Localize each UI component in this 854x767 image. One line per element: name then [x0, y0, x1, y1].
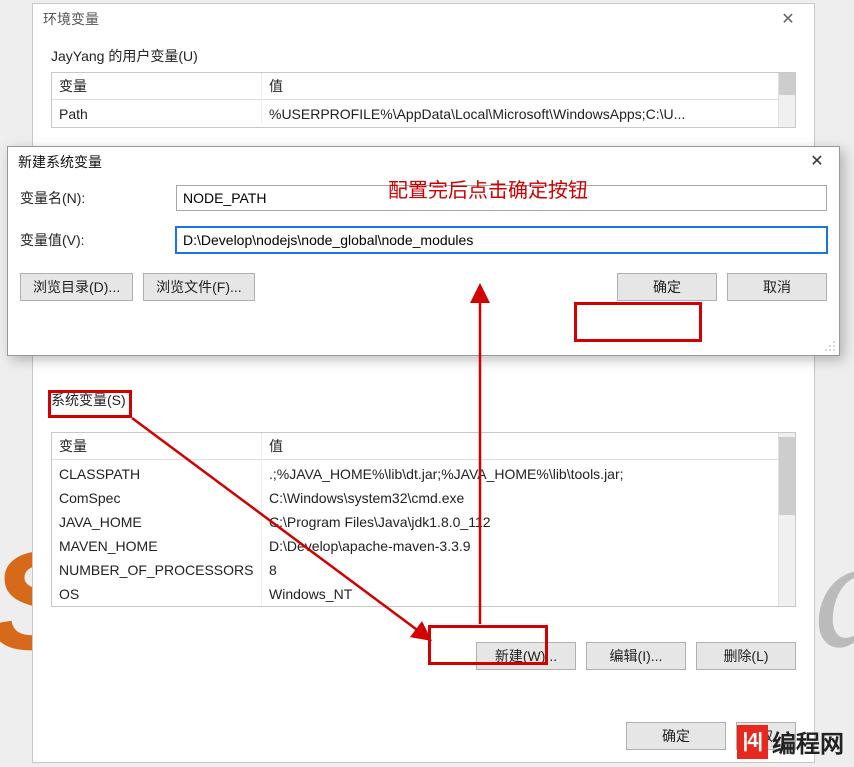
- dialog-title: 新建系统变量: [18, 152, 102, 172]
- new-button[interactable]: 新建(W)...: [476, 642, 576, 670]
- browse-directory-button[interactable]: 浏览目录(D)...: [20, 273, 133, 301]
- logo-text: 编程网: [772, 724, 844, 759]
- dialog-titlebar: 新建系统变量 ✕: [8, 147, 839, 177]
- site-logo: |4| 编程网: [737, 724, 844, 759]
- browse-file-button[interactable]: 浏览文件(F)...: [143, 273, 255, 301]
- table-row[interactable]: ComSpecC:\Windows\system32\cmd.exe: [52, 483, 761, 507]
- variable-value-input[interactable]: [176, 227, 827, 253]
- dialog-title: 环境变量: [43, 9, 99, 29]
- scrollbar[interactable]: [778, 73, 795, 127]
- column-header-value[interactable]: 值: [262, 433, 778, 459]
- table-row[interactable]: OSWindows_NT: [52, 579, 761, 603]
- resize-grip-icon[interactable]: [823, 339, 837, 353]
- decorative-glyph-a: a: [814, 500, 854, 680]
- column-header-variable[interactable]: 变量: [52, 73, 262, 99]
- edit-button[interactable]: 编辑(I)...: [586, 642, 686, 670]
- table-row[interactable]: PathC:\ProgramData\Oracle\Java\javapath;…: [52, 603, 761, 606]
- user-variables-table: 变量 值 Path %USERPROFILE%\AppData\Local\Mi…: [51, 72, 796, 128]
- variable-name-row: 变量名(N):: [8, 177, 839, 219]
- variable-value-row: 变量值(V):: [8, 219, 839, 261]
- scrollbar[interactable]: [778, 433, 795, 606]
- delete-button[interactable]: 删除(L): [696, 642, 796, 670]
- system-variables-table: 变量 值 CLASSPATH.;%JAVA_HOME%\lib\dt.jar;%…: [51, 432, 796, 607]
- column-header-value[interactable]: 值: [262, 73, 778, 99]
- system-variables-title: 系统变量(S): [51, 390, 126, 410]
- system-var-buttons: 新建(W)... 编辑(I)... 删除(L): [33, 628, 814, 670]
- dialog-titlebar: 环境变量 ✕: [33, 4, 814, 34]
- logo-tile: |4|: [737, 725, 768, 759]
- table-row[interactable]: NUMBER_OF_PROCESSORS8: [52, 555, 761, 579]
- variable-name-label: 变量名(N):: [20, 188, 160, 208]
- cancel-button[interactable]: 取消: [727, 273, 827, 301]
- table-row[interactable]: JAVA_HOMEC:\Program Files\Java\jdk1.8.0_…: [52, 507, 761, 531]
- system-variables-section: 系统变量(S) 变量 值 CLASSPATH.;%JAVA_HOME%\lib\…: [33, 378, 814, 607]
- user-variables-section: JayYang 的用户变量(U) 变量 值 Path %USERPROFILE%…: [33, 34, 814, 128]
- variable-value-label: 变量值(V):: [20, 230, 160, 250]
- table-row[interactable]: MAVEN_HOMED:\Develop\apache-maven-3.3.9: [52, 531, 761, 555]
- ok-button[interactable]: 确定: [626, 722, 726, 750]
- column-header-variable[interactable]: 变量: [52, 433, 262, 459]
- front-dialog-button-row: 浏览目录(D)... 浏览文件(F)... 确定 取消: [8, 261, 839, 301]
- environment-variables-dialog: 环境变量 ✕ JayYang 的用户变量(U) 变量 值 Path %USERP…: [32, 3, 815, 763]
- user-variables-title: JayYang 的用户变量(U): [51, 46, 796, 66]
- ok-button[interactable]: 确定: [617, 273, 717, 301]
- table-row[interactable]: Path %USERPROFILE%\AppData\Local\Microso…: [52, 99, 761, 123]
- table-row[interactable]: CLASSPATH.;%JAVA_HOME%\lib\dt.jar;%JAVA_…: [52, 459, 761, 483]
- close-icon[interactable]: ✕: [795, 149, 839, 175]
- variable-name-input[interactable]: [176, 185, 827, 211]
- close-icon[interactable]: ✕: [768, 9, 808, 29]
- new-system-variable-dialog: 新建系统变量 ✕ 变量名(N): 变量值(V): 浏览目录(D)... 浏览文件…: [7, 146, 840, 356]
